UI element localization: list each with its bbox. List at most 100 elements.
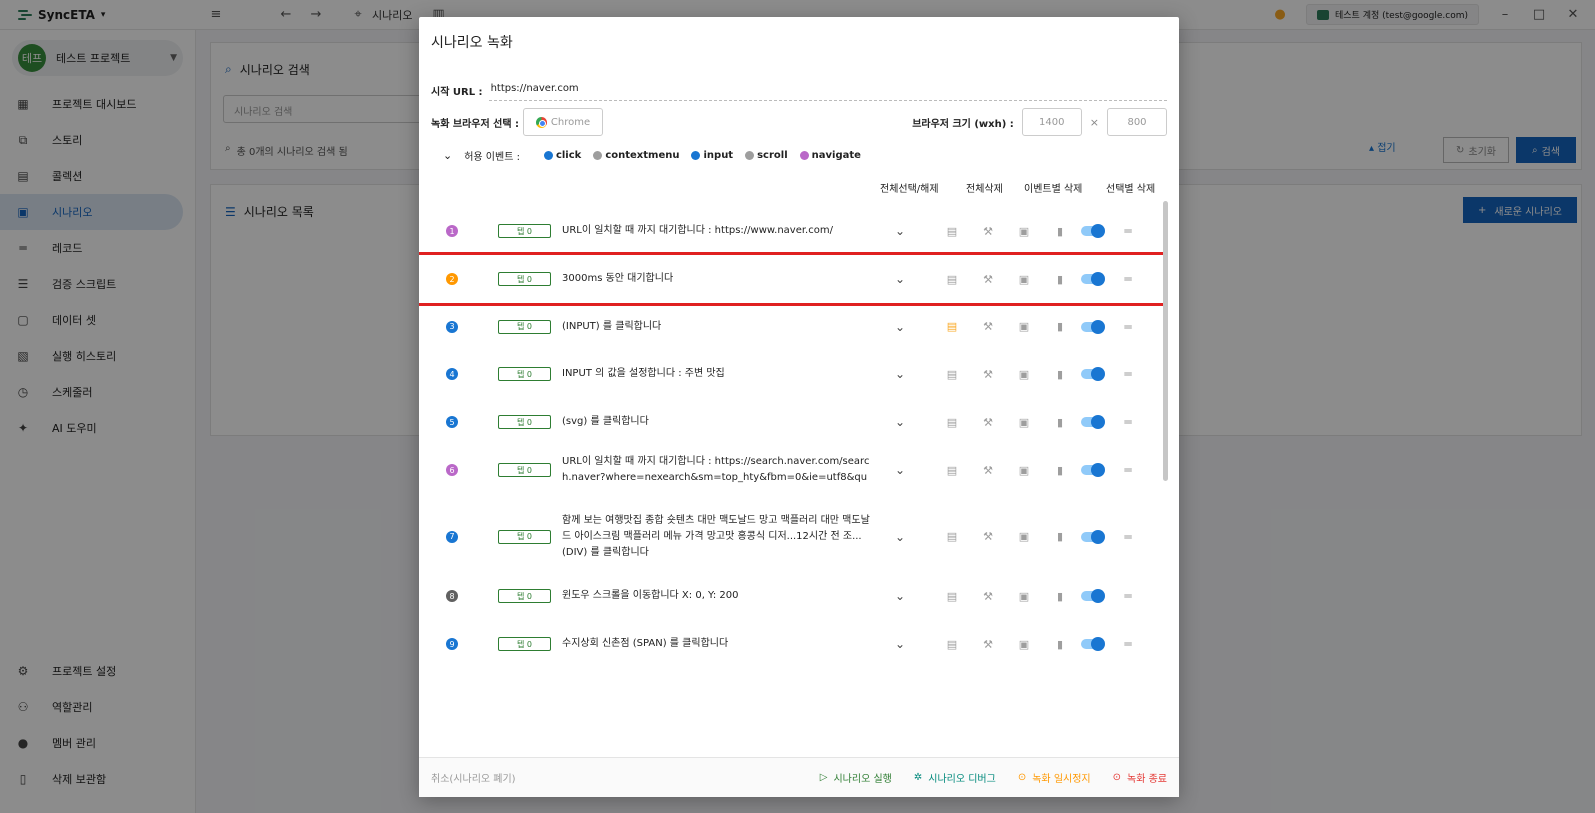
- chevron-down-icon[interactable]: ⌄: [892, 319, 908, 335]
- tools-icon[interactable]: ⚒: [980, 636, 996, 652]
- select-all-toggle[interactable]: 전체선택/해제: [880, 180, 939, 195]
- tools-icon[interactable]: ⚒: [980, 366, 996, 382]
- drag-handle-icon[interactable]: ═: [1120, 588, 1136, 604]
- trash-icon[interactable]: ▮: [1052, 366, 1068, 382]
- step-enable-toggle[interactable]: [1081, 529, 1105, 544]
- tools-icon[interactable]: ⚒: [980, 223, 996, 239]
- step-row[interactable]: 7 텝 0 함께 보는 여행맛집 종합 숏텐츠 대만 맥도날드 망고 맥플러리 대만…: [419, 501, 1167, 572]
- step-enable-toggle[interactable]: [1081, 224, 1105, 238]
- chevron-down-icon[interactable]: ⌄: [892, 366, 908, 382]
- tools-icon[interactable]: ⚒: [980, 462, 996, 478]
- debug-scenario-button[interactable]: ✲ 시나리오 디버그: [914, 770, 996, 785]
- chevron-down-icon[interactable]: ⌄: [892, 414, 908, 430]
- step-row[interactable]: 1 텝 0 URL이 일치할 때 까지 대기합니다 : https://www.na…: [419, 207, 1167, 255]
- screenshot-icon[interactable]: ▣: [1016, 462, 1032, 478]
- step-enable-toggle[interactable]: [1081, 415, 1105, 429]
- tools-icon[interactable]: ⚒: [980, 529, 996, 545]
- screenshot-icon[interactable]: ▣: [1016, 366, 1032, 382]
- step-enable-toggle[interactable]: [1081, 463, 1105, 477]
- chevron-down-icon[interactable]: ⌄: [892, 588, 908, 604]
- browser-width-input[interactable]: 1400: [1021, 108, 1082, 136]
- screenshot-icon[interactable]: ▣: [1016, 636, 1032, 652]
- pause-recording-button[interactable]: ⊙ 녹화 일시정지: [1018, 770, 1091, 785]
- event-chip-contextmenu[interactable]: contextmenu: [593, 150, 679, 161]
- comment-icon[interactable]: ▤: [944, 414, 960, 430]
- recorded-steps-list[interactable]: 1 텝 0 URL이 일치할 때 까지 대기합니다 : https://www.na…: [419, 207, 1167, 710]
- browser-chrome-button[interactable]: Chrome: [523, 108, 604, 136]
- step-number-badge: 3: [446, 320, 458, 333]
- steps-scrollbar-thumb[interactable]: [1163, 201, 1168, 481]
- trash-icon[interactable]: ▮: [1052, 271, 1068, 287]
- selected-delete-button[interactable]: 선택별 삭제: [1106, 180, 1155, 195]
- step-row[interactable]: 10텝 0URL이 일치할 때 까지 대기합니다 : https://map.n…: [419, 673, 1167, 710]
- events-collapse-chevron-icon[interactable]: ⌄: [443, 149, 452, 162]
- step-row[interactable]: 8 텝 0 윈도우 스크롤을 이동합니다 X: 0, Y: 200 ⌄ ▤ ⚒ ▣ ▮ ═: [419, 572, 1167, 620]
- trash-icon[interactable]: ▮: [1052, 223, 1068, 239]
- drag-handle-icon[interactable]: ═: [1120, 223, 1136, 239]
- comment-icon[interactable]: ▤: [944, 271, 960, 287]
- tools-icon[interactable]: ⚒: [980, 414, 996, 430]
- step-row[interactable]: 4 텝 0 INPUT 의 값을 설정합니다 : 주변 맛집 ⌄ ▤ ⚒ ▣ ▮ ═: [419, 350, 1167, 398]
- screenshot-icon[interactable]: ▣: [1016, 319, 1032, 335]
- step-description: 3000ms 동안 대기합니다: [562, 273, 674, 284]
- drag-handle-icon[interactable]: ═: [1120, 366, 1136, 382]
- drag-handle-icon[interactable]: ═: [1120, 636, 1136, 652]
- discard-scenario-button[interactable]: 취소(시나리오 폐기): [431, 770, 516, 785]
- screenshot-icon[interactable]: ▣: [1016, 529, 1032, 545]
- chevron-down-icon[interactable]: ⌄: [892, 271, 908, 287]
- step-enable-toggle[interactable]: [1081, 367, 1105, 381]
- drag-handle-icon[interactable]: ═: [1120, 462, 1136, 478]
- comment-icon[interactable]: ▤: [944, 588, 960, 604]
- comment-icon[interactable]: ▤: [944, 223, 960, 239]
- screenshot-icon[interactable]: ▣: [1016, 271, 1032, 287]
- step-row[interactable]: 6 텝 0 URL이 일치할 때 까지 대기합니다 : https://search…: [419, 439, 1167, 501]
- tools-icon[interactable]: ⚒: [980, 319, 996, 335]
- event-chip-click[interactable]: click: [543, 150, 581, 161]
- trash-icon[interactable]: ▮: [1052, 462, 1068, 478]
- steps-scrollbar[interactable]: [1163, 201, 1168, 701]
- comment-icon[interactable]: ▤: [944, 319, 960, 335]
- event-label: navigate: [811, 150, 861, 161]
- event-chip-scroll[interactable]: scroll: [745, 150, 788, 161]
- comment-icon[interactable]: ▤: [944, 636, 960, 652]
- screenshot-icon[interactable]: ▣: [1016, 414, 1032, 430]
- tools-icon[interactable]: ⚒: [980, 271, 996, 287]
- chevron-down-icon[interactable]: ⌄: [892, 529, 908, 545]
- screenshot-icon[interactable]: ▣: [1016, 223, 1032, 239]
- event-chip-input[interactable]: input: [691, 150, 733, 161]
- step-row[interactable]: 2 텝 0 3000ms 동안 대기합니다 ⌄ ▤ ⚒ ▣ ▮ ═: [419, 252, 1167, 306]
- trash-icon[interactable]: ▮: [1052, 529, 1068, 545]
- trash-icon[interactable]: ▮: [1052, 319, 1068, 335]
- step-description: (INPUT) 를 클릭합니다: [562, 321, 662, 332]
- step-enable-toggle[interactable]: [1081, 589, 1105, 603]
- drag-handle-icon[interactable]: ═: [1120, 529, 1136, 545]
- per-event-delete-button[interactable]: 이벤트별 삭제: [1024, 180, 1082, 195]
- trash-icon[interactable]: ▮: [1052, 414, 1068, 430]
- dialog-title: 시나리오 녹화: [431, 35, 513, 51]
- event-dot-icon: [691, 151, 701, 160]
- chevron-down-icon[interactable]: ⌄: [892, 636, 908, 652]
- screenshot-icon[interactable]: ▣: [1016, 588, 1032, 604]
- step-enable-toggle[interactable]: [1081, 637, 1105, 651]
- drag-handle-icon[interactable]: ═: [1120, 271, 1136, 287]
- trash-icon[interactable]: ▮: [1052, 588, 1068, 604]
- event-chip-navigate[interactable]: navigate: [799, 150, 861, 161]
- drag-handle-icon[interactable]: ═: [1120, 414, 1136, 430]
- step-row[interactable]: 9 텝 0 수지상회 신촌점 (SPAN) 를 클릭합니다 ⌄ ▤ ⚒ ▣ ▮ ═: [419, 620, 1167, 668]
- comment-icon[interactable]: ▤: [944, 529, 960, 545]
- comment-icon[interactable]: ▤: [944, 462, 960, 478]
- step-enable-toggle[interactable]: [1081, 319, 1105, 334]
- trash-icon[interactable]: ▮: [1052, 636, 1068, 652]
- delete-all-button[interactable]: 전체삭제: [966, 180, 1003, 195]
- stop-recording-button[interactable]: ⊙ 녹화 종료: [1113, 770, 1167, 785]
- start-url-field[interactable]: https://naver.com: [488, 79, 1167, 101]
- step-row[interactable]: 3 텝 0 (INPUT) 를 클릭합니다 ⌄ ▤ ⚒ ▣ ▮ ═: [419, 303, 1167, 350]
- chevron-down-icon[interactable]: ⌄: [892, 462, 908, 478]
- chevron-down-icon[interactable]: ⌄: [892, 223, 908, 239]
- step-enable-toggle[interactable]: [1081, 272, 1105, 286]
- drag-handle-icon[interactable]: ═: [1120, 319, 1136, 335]
- tools-icon[interactable]: ⚒: [980, 588, 996, 604]
- browser-height-input[interactable]: 800: [1107, 108, 1167, 136]
- comment-icon[interactable]: ▤: [944, 366, 960, 382]
- run-scenario-button[interactable]: ▷ 시나리오 실행: [820, 770, 892, 785]
